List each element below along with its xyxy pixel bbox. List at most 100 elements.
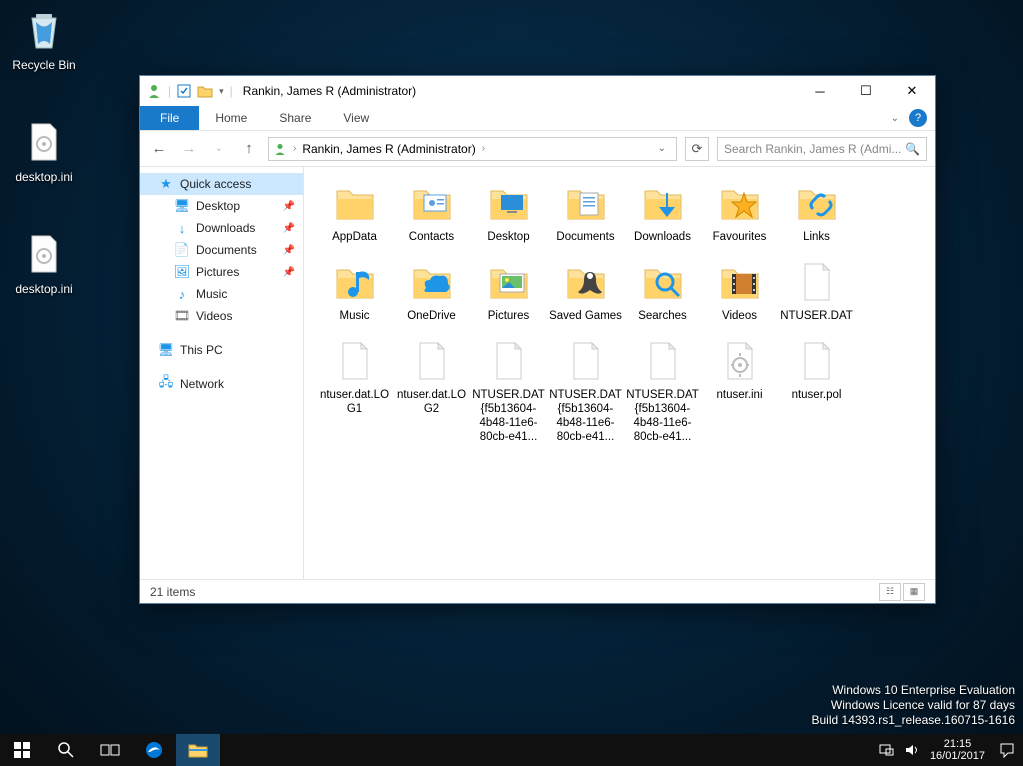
desktop-icon-ini-2[interactable]: desktop.ini: [6, 230, 82, 296]
file-item-label: Pictures: [471, 309, 546, 323]
file-item[interactable]: Contacts: [394, 179, 469, 244]
desktop-icon: 🖥: [174, 198, 190, 214]
refresh-button[interactable]: ⟳: [685, 137, 709, 161]
breadcrumb-dropdown-icon[interactable]: ⌄: [652, 143, 672, 154]
file-item[interactable]: OneDrive: [394, 258, 469, 323]
nav-downloads[interactable]: ↓ Downloads 📌: [140, 217, 303, 239]
file-item-label: Searches: [625, 309, 700, 323]
file-item-label: OneDrive: [394, 309, 469, 323]
nav-quick-access[interactable]: ★ Quick access: [140, 173, 303, 195]
nav-forward-button[interactable]: →: [178, 138, 200, 160]
file-item[interactable]: ntuser.dat.LOG1: [317, 337, 392, 444]
file-item[interactable]: NTUSER.DAT: [779, 258, 854, 323]
breadcrumb-segment[interactable]: Rankin, James R (Administrator): [302, 142, 475, 156]
view-details-button[interactable]: ☷: [879, 583, 901, 601]
ribbon-tab-home[interactable]: Home: [199, 106, 263, 130]
file-item-label: NTUSER.DAT{f5b13604-4b48-11e6-80cb-e41..…: [625, 388, 700, 444]
desktop-icon-recycle-bin[interactable]: Recycle Bin: [6, 6, 82, 72]
minimize-button[interactable]: ─: [797, 76, 843, 106]
folder-icon: [562, 258, 610, 306]
maximize-button[interactable]: ☐: [843, 76, 889, 106]
file-item[interactable]: Searches: [625, 258, 700, 323]
status-item-count: 21 items: [150, 585, 195, 599]
file-icon: [639, 337, 687, 385]
content-pane[interactable]: AppDataContactsDesktopDocumentsDownloads…: [304, 167, 935, 579]
nav-recent-dropdown[interactable]: ⌄: [208, 138, 230, 160]
file-item-label: ntuser.pol: [779, 388, 854, 402]
window-title: Rankin, James R (Administrator): [243, 84, 797, 98]
tray-clock[interactable]: 21:15 16/01/2017: [930, 738, 989, 762]
search-box[interactable]: Search Rankin, James R (Admi... 🔍: [717, 137, 927, 161]
music-icon: ♪: [174, 286, 190, 302]
file-item[interactable]: Videos: [702, 258, 777, 323]
file-item[interactable]: NTUSER.DAT{f5b13604-4b48-11e6-80cb-e41..…: [548, 337, 623, 444]
nav-back-button[interactable]: ←: [148, 138, 170, 160]
file-item[interactable]: Saved Games: [548, 258, 623, 323]
file-item-label: Favourites: [702, 230, 777, 244]
help-button[interactable]: ?: [909, 109, 927, 127]
task-view-button[interactable]: [88, 734, 132, 766]
recycle-bin-icon: [20, 6, 68, 54]
file-item[interactable]: ntuser.pol: [779, 337, 854, 444]
address-bar: ← → ⌄ ↑ › Rankin, James R (Administrator…: [140, 131, 935, 167]
file-item[interactable]: ntuser.dat.LOG2: [394, 337, 469, 444]
titlebar[interactable]: | ▾ | Rankin, James R (Administrator) ─ …: [140, 76, 935, 106]
close-button[interactable]: ✕: [889, 76, 935, 106]
nav-desktop[interactable]: 🖥 Desktop 📌: [140, 195, 303, 217]
qat-dropdown-icon[interactable]: ▾: [219, 86, 224, 97]
action-center-icon[interactable]: [999, 742, 1015, 758]
tray-volume-icon[interactable]: [904, 743, 920, 757]
qat-folder-icon[interactable]: [197, 84, 213, 98]
ribbon-expand-icon[interactable]: ⌄: [891, 113, 899, 124]
file-item[interactable]: AppData: [317, 179, 392, 244]
file-item[interactable]: Music: [317, 258, 392, 323]
file-item-label: Saved Games: [548, 309, 623, 323]
nav-pictures[interactable]: 🖼 Pictures 📌: [140, 261, 303, 283]
file-explorer-window: | ▾ | Rankin, James R (Administrator) ─ …: [139, 75, 936, 604]
file-item[interactable]: Favourites: [702, 179, 777, 244]
file-item[interactable]: Downloads: [625, 179, 700, 244]
folder-icon: [485, 258, 533, 306]
nav-up-button[interactable]: ↑: [238, 138, 260, 160]
nav-music[interactable]: ♪ Music: [140, 283, 303, 305]
folder-icon: [639, 179, 687, 227]
ini-file-icon: [20, 230, 68, 278]
file-item-label: Contacts: [394, 230, 469, 244]
file-item[interactable]: NTUSER.DAT{f5b13604-4b48-11e6-80cb-e41..…: [471, 337, 546, 444]
nav-network[interactable]: 🖧 Network: [140, 373, 303, 395]
file-item-label: NTUSER.DAT{f5b13604-4b48-11e6-80cb-e41..…: [471, 388, 546, 444]
desktop-icon-label: desktop.ini: [6, 170, 82, 184]
file-icon: [716, 337, 764, 385]
user-icon: [146, 83, 162, 99]
network-icon: 🖧: [158, 376, 174, 392]
file-item[interactable]: NTUSER.DAT{f5b13604-4b48-11e6-80cb-e41..…: [625, 337, 700, 444]
view-large-button[interactable]: ▦: [903, 583, 925, 601]
ribbon-tab-view[interactable]: View: [327, 106, 385, 130]
pin-icon: 📌: [283, 267, 295, 278]
file-item[interactable]: ntuser.ini: [702, 337, 777, 444]
file-item[interactable]: Pictures: [471, 258, 546, 323]
taskbar-app-explorer[interactable]: [176, 734, 220, 766]
taskbar-app-edge[interactable]: [132, 734, 176, 766]
nav-documents[interactable]: 📄 Documents 📌: [140, 239, 303, 261]
desktop-icon-ini-1[interactable]: desktop.ini: [6, 118, 82, 184]
ribbon-tab-file[interactable]: File: [140, 106, 199, 130]
taskbar-search-button[interactable]: [44, 734, 88, 766]
nav-videos[interactable]: 🎞 Videos: [140, 305, 303, 327]
file-item[interactable]: Documents: [548, 179, 623, 244]
file-icon: [331, 337, 379, 385]
nav-this-pc[interactable]: 🖥 This PC: [140, 339, 303, 361]
search-icon: 🔍: [905, 142, 920, 156]
ribbon-tab-share[interactable]: Share: [263, 106, 327, 130]
folder-icon: [562, 179, 610, 227]
folder-icon: [639, 258, 687, 306]
file-item[interactable]: Desktop: [471, 179, 546, 244]
user-icon: [273, 142, 287, 156]
file-item[interactable]: Links: [779, 179, 854, 244]
start-button[interactable]: [0, 734, 44, 766]
tray-network-icon[interactable]: [878, 743, 894, 757]
folder-icon: [793, 179, 841, 227]
qat-properties-icon[interactable]: [177, 84, 191, 98]
system-tray[interactable]: 21:15 16/01/2017: [870, 738, 1023, 762]
breadcrumb-bar[interactable]: › Rankin, James R (Administrator) › ⌄: [268, 137, 677, 161]
